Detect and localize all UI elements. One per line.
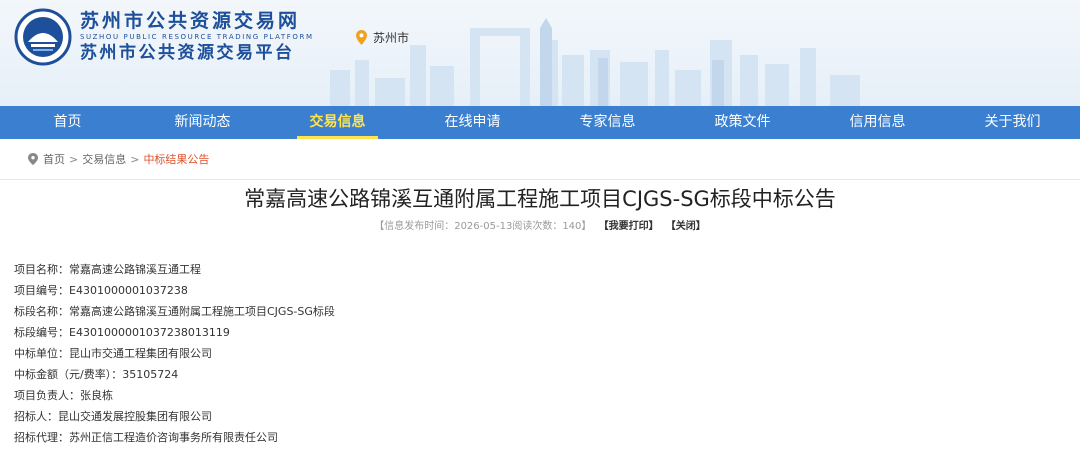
field-project-manager: 项目负责人：张良栋 (14, 389, 113, 402)
breadcrumb-separator: > (69, 152, 79, 166)
article-title: 常嘉高速公路锦溪互通附属工程施工项目CJGS-SG标段中标公告 (244, 187, 836, 211)
location-selector[interactable]: 苏州市 (356, 29, 409, 46)
field-section-name: 标段名称：常嘉高速公路锦溪互通附属工程施工项目CJGS-SG标段 (14, 305, 335, 318)
nav-item-experts[interactable]: 专家信息 (540, 106, 675, 139)
breadcrumb-home[interactable]: 首页 (43, 151, 65, 167)
nav-item-about[interactable]: 关于我们 (945, 106, 1080, 139)
location-pin-icon (356, 30, 367, 45)
field-tender-agent: 招标代理：苏州正信工程造价咨询事务所有限责任公司 (14, 431, 278, 444)
close-button[interactable]: 【关闭】 (666, 221, 706, 232)
nav-item-news[interactable]: 新闻动态 (135, 106, 270, 139)
field-section-number: 标段编号：E4301000001037238013119 (14, 326, 230, 339)
site-brand[interactable]: 苏州市公共资源交易网 SUZHOU PUBLIC RESOURCE TRADIN… (80, 10, 314, 63)
nav-item-online-apply[interactable]: 在线申请 (405, 106, 540, 139)
breadcrumb: 首页 > 交易信息 > 中标结果公告 (0, 139, 1080, 179)
field-winning-amount: 中标金额（元/费率）：35105724 (14, 368, 179, 381)
breadcrumb-separator: > (130, 152, 140, 166)
breadcrumb-trading-info[interactable]: 交易信息 (82, 151, 126, 167)
location-pin-icon (28, 153, 38, 165)
field-tenderer: 招标人：昆山交通发展控股集团有限公司 (14, 410, 212, 423)
nav-item-trading-info[interactable]: 交易信息 (270, 106, 405, 139)
nav-item-credit[interactable]: 信用信息 (810, 106, 945, 139)
platform-name-cn: 苏州市公共资源交易平台 (80, 43, 295, 63)
field-winning-bidder: 中标单位：昆山市交通工程集团有限公司 (14, 347, 212, 360)
article-body: 项目名称：常嘉高速公路锦溪互通工程 项目编号：E4301000001037238… (0, 259, 1080, 448)
main-nav: 首页 新闻动态 交易信息 在线申请 专家信息 政策文件 信用信息 关于我们 (0, 106, 1080, 139)
print-button[interactable]: 【我要打印】 (599, 221, 659, 232)
article: 常嘉高速公路锦溪互通附属工程施工项目CJGS-SG标段中标公告 【信息发布时间：… (0, 179, 1080, 444)
nav-item-policies[interactable]: 政策文件 (675, 106, 810, 139)
site-header: 苏州市公共资源交易网 SUZHOU PUBLIC RESOURCE TRADIN… (0, 0, 1080, 106)
location-label: 苏州市 (373, 31, 410, 45)
field-project-number: 项目编号：E4301000001037238 (14, 284, 188, 297)
publish-info: 【信息发布时间：2026-05-13阅读次数：140】 (374, 221, 592, 232)
nav-item-home[interactable]: 首页 (0, 106, 135, 139)
site-name-en: SUZHOU PUBLIC RESOURCE TRADING PLATFORM (80, 33, 314, 41)
article-meta: 【信息发布时间：2026-05-13阅读次数：140】 【我要打印】 【关闭】 (0, 219, 1080, 235)
field-project-name: 项目名称：常嘉高速公路锦溪互通工程 (14, 263, 201, 276)
site-name-cn: 苏州市公共资源交易网 (80, 10, 301, 32)
breadcrumb-current[interactable]: 中标结果公告 (143, 151, 209, 167)
site-logo-icon[interactable] (14, 8, 72, 66)
